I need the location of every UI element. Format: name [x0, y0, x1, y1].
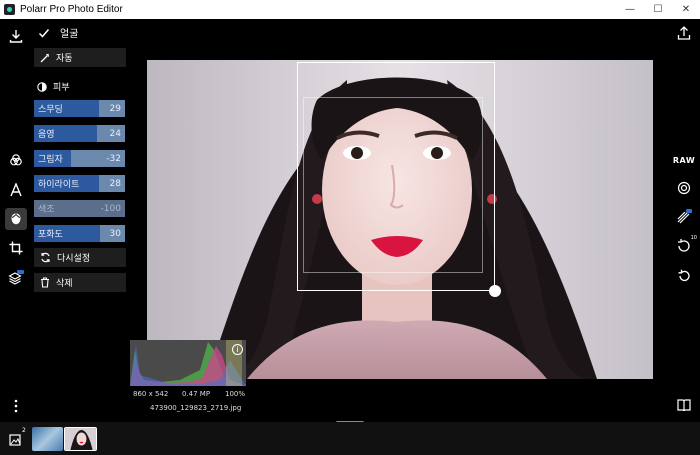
- delete-button-label: 삭제: [56, 279, 73, 289]
- thumbnail-portrait: [65, 428, 96, 450]
- image-filename: 473900_129823_2719.jpg: [150, 404, 242, 412]
- undo-icon[interactable]: [674, 266, 694, 286]
- slider-label: 포화도: [38, 230, 63, 240]
- compare-icon[interactable]: [674, 178, 694, 198]
- gallery-count-badge: 2: [22, 427, 26, 434]
- maximize-button[interactable]: ☐: [644, 0, 672, 19]
- slider-value: -100: [100, 203, 121, 214]
- skin-section-label: 피부: [53, 83, 70, 93]
- brush-mask-icon[interactable]: [674, 207, 694, 227]
- skin-slider[interactable]: 포화도 30: [34, 225, 125, 242]
- filters-icon[interactable]: [5, 149, 27, 171]
- auto-button[interactable]: 자동: [34, 48, 126, 67]
- filmstrip-thumbnail-2-selected[interactable]: [64, 427, 97, 451]
- filmstrip: 2: [0, 422, 700, 455]
- image-zoom: 100%: [225, 390, 246, 398]
- share-icon[interactable]: [674, 23, 694, 43]
- app-logo-icon: [4, 4, 15, 15]
- history-icon[interactable]: 10: [674, 235, 697, 256]
- minimize-button[interactable]: —: [616, 0, 644, 19]
- image-dimensions: 860 x 542: [133, 390, 169, 398]
- histogram-info-icon[interactable]: i: [232, 344, 243, 355]
- right-toolbar: RAW 10: [670, 19, 700, 419]
- slider-value: -32: [106, 153, 121, 164]
- slider-label: 색조: [38, 205, 55, 215]
- export-download-icon[interactable]: [5, 25, 27, 47]
- half-circle-icon: [37, 81, 47, 92]
- image-megapixels: 0.47 MP: [182, 390, 211, 398]
- slider-value: 24: [109, 128, 121, 139]
- skin-slider[interactable]: 하이라이트 28: [34, 175, 125, 192]
- auto-button-label: 자동: [56, 54, 73, 64]
- trash-icon: [41, 277, 49, 288]
- face-icon[interactable]: [5, 208, 27, 230]
- slider-value: 30: [109, 228, 121, 239]
- reset-button-label: 다시설정: [57, 254, 91, 264]
- reset-button[interactable]: 다시설정: [34, 248, 126, 267]
- slider-label: 스무딩: [38, 105, 63, 115]
- history-badge: 10: [690, 235, 697, 241]
- layers-icon[interactable]: [5, 267, 27, 289]
- slider-value: 29: [109, 103, 121, 114]
- skin-slider[interactable]: 색조 -100: [34, 200, 125, 217]
- slider-label: 그림자: [38, 155, 63, 165]
- confirm-check-icon[interactable]: [38, 27, 50, 39]
- slider-label: 음영: [38, 130, 55, 140]
- raw-toggle[interactable]: RAW: [673, 150, 695, 170]
- gallery-icon[interactable]: 2: [9, 427, 26, 450]
- face-panel-title: 얼굴: [60, 29, 79, 40]
- face-panel-header[interactable]: 얼굴: [38, 25, 78, 40]
- slider-label: 하이라이트: [38, 180, 80, 190]
- inner-face-box: [303, 97, 483, 273]
- reset-arrows-icon: [41, 252, 50, 263]
- close-button[interactable]: ✕: [672, 0, 700, 19]
- resize-handle[interactable]: [489, 285, 501, 297]
- book-panel-icon[interactable]: [674, 395, 694, 415]
- delete-button[interactable]: 삭제: [34, 273, 126, 292]
- slider-value: 28: [109, 178, 121, 189]
- magic-wand-icon: [40, 53, 49, 62]
- text-icon[interactable]: [5, 179, 27, 201]
- crop-icon[interactable]: [5, 237, 27, 259]
- skin-slider[interactable]: 음영 24: [34, 125, 125, 142]
- skin-slider[interactable]: 그림자 -32: [34, 150, 125, 167]
- histogram: i: [130, 340, 246, 386]
- window-controls: — ☐ ✕: [616, 0, 700, 19]
- left-toolbar: [0, 19, 32, 419]
- skin-slider[interactable]: 스무딩 29: [34, 100, 125, 117]
- filmstrip-thumbnail-1[interactable]: [32, 427, 63, 451]
- skin-section-title: 피부: [37, 80, 70, 93]
- more-options-icon[interactable]: [5, 395, 27, 417]
- histogram-graph: [130, 340, 246, 386]
- photo-canvas[interactable]: [147, 60, 653, 379]
- title-bar: Polarr Pro Photo Editor — ☐ ✕: [0, 0, 700, 19]
- window-title: Polarr Pro Photo Editor: [20, 4, 123, 15]
